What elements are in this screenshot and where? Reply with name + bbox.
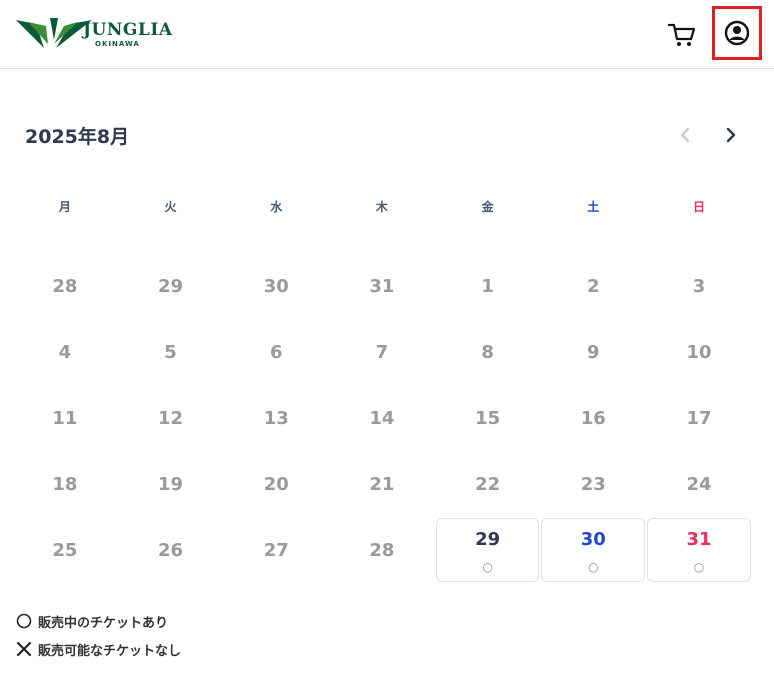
chevron-right-icon <box>726 127 736 143</box>
account-button[interactable] <box>712 6 762 60</box>
calendar-day: 11 <box>52 408 78 429</box>
next-month-button[interactable] <box>720 124 740 146</box>
calendar-day: 2 <box>587 276 600 297</box>
day-number: 31 <box>686 529 712 550</box>
legend-unavailable: 販売可能なチケットなし <box>16 635 181 663</box>
availability-circle-icon: ○ <box>482 560 493 574</box>
legend-available: 販売中のチケットあり <box>16 607 181 635</box>
calendar-day: 23 <box>580 474 606 495</box>
weekday-monday: 月 <box>58 200 71 214</box>
calendar-day: 12 <box>158 408 184 429</box>
calendar-day: 21 <box>369 474 395 495</box>
user-account-icon <box>724 20 750 46</box>
calendar-day: 31 <box>369 276 395 297</box>
calendar-day: 22 <box>475 474 501 495</box>
calendar-day: 5 <box>164 342 177 363</box>
calendar-day: 10 <box>686 342 712 363</box>
calendar-day: 17 <box>686 408 712 429</box>
previous-month-button[interactable] <box>676 124 696 146</box>
calendar-day: 28 <box>52 276 78 297</box>
calendar-day-available-30[interactable]: 30 ○ <box>541 518 646 582</box>
weekday-header-row: 月 火 水 木 金 土 日 <box>12 198 752 218</box>
weekday-thursday: 木 <box>375 200 388 214</box>
calendar-day: 14 <box>369 408 395 429</box>
calendar-day: 16 <box>580 408 606 429</box>
legend-unavailable-label: 販売可能なチケットなし <box>38 643 182 659</box>
calendar-day: 4 <box>58 342 72 363</box>
calendar-day: 24 <box>686 474 712 495</box>
junglia-logo-mark-icon <box>16 18 92 48</box>
logo-text: JUNGLIA <box>83 20 173 40</box>
calendar-day: 26 <box>158 540 184 561</box>
day-number: 29 <box>475 529 501 550</box>
chevron-left-icon <box>680 127 690 143</box>
calendar-week: 25 26 27 28 29 ○ 30 ○ 31 ○ <box>12 518 752 584</box>
weekday-sunday: 日 <box>692 200 705 214</box>
calendar-week: 11 12 13 14 15 16 17 <box>12 386 752 452</box>
calendar-day: 7 <box>375 342 389 363</box>
calendar-day: 15 <box>475 408 501 429</box>
calendar-day: 1 <box>481 276 494 297</box>
logo-subtext: OKINAWA <box>95 40 140 48</box>
day-number: 30 <box>580 529 606 550</box>
calendar-day: 9 <box>587 342 600 363</box>
calendar-day: 13 <box>263 408 289 429</box>
weekday-saturday: 土 <box>587 200 600 214</box>
calendar-day: 20 <box>263 474 289 495</box>
calendar-day-available-31[interactable]: 31 ○ <box>647 518 751 582</box>
calendar-day: 25 <box>52 540 78 561</box>
availability-legend: 販売中のチケットあり 販売可能なチケットなし <box>16 607 181 663</box>
weekday-wednesday: 水 <box>270 200 283 214</box>
calendar-day: 18 <box>52 474 78 495</box>
cart-icon <box>667 23 696 46</box>
availability-circle-icon: ○ <box>693 560 705 574</box>
calendar-week: 4 5 6 7 8 9 10 <box>12 320 752 386</box>
calendar-month-title: 2025年8月 <box>25 126 130 148</box>
cart-button[interactable] <box>666 20 698 50</box>
calendar-week: 18 19 20 21 22 23 24 <box>12 452 752 518</box>
weekday-friday: 金 <box>481 200 494 214</box>
calendar-grid: 28 29 30 31 1 2 3 4 5 6 7 8 9 10 11 12 1… <box>12 254 752 584</box>
calendar-day: 30 <box>263 276 289 297</box>
calendar-day: 29 <box>158 276 184 297</box>
calendar-day: 8 <box>481 342 494 363</box>
calendar-day: 19 <box>158 474 184 495</box>
weekday-tuesday: 火 <box>164 200 177 214</box>
circle-icon <box>16 613 32 629</box>
calendar-day: 27 <box>263 540 289 561</box>
cross-icon <box>16 641 32 657</box>
calendar-day: 3 <box>692 276 706 297</box>
calendar-day: 28 <box>369 540 395 561</box>
legend-available-label: 販売中のチケットあり <box>38 615 169 631</box>
site-header: JUNGLIA OKINAWA <box>0 0 774 69</box>
calendar-day-available-29[interactable]: 29 ○ <box>435 518 540 582</box>
calendar-week: 28 29 30 31 1 2 3 <box>12 254 752 320</box>
calendar-day: 6 <box>269 342 283 363</box>
availability-circle-icon: ○ <box>588 560 599 574</box>
